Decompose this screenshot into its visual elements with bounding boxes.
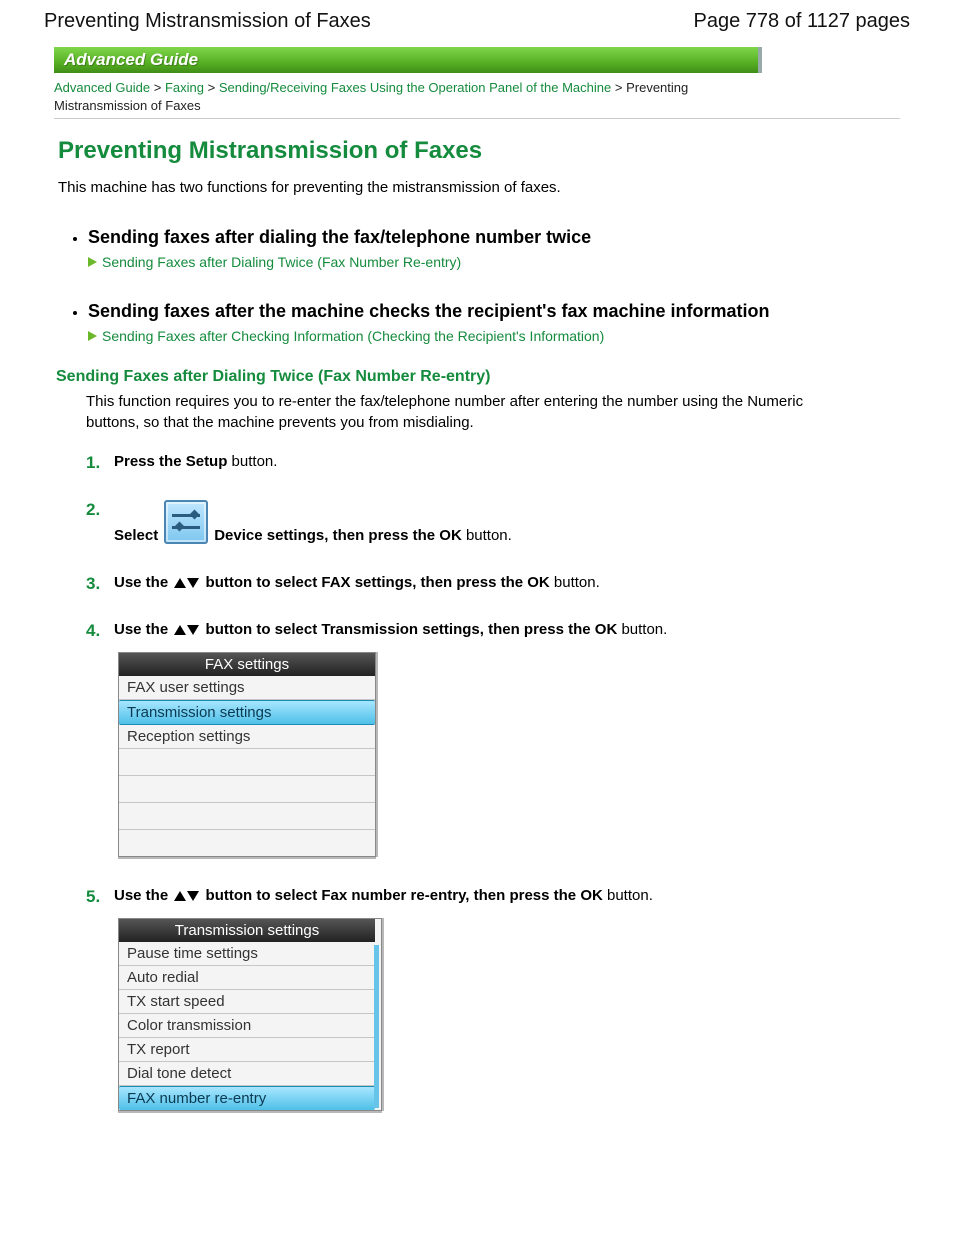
lcd-title: Transmission settings <box>119 919 375 942</box>
feature-1-link[interactable]: Sending Faxes after Dialing Twice (Fax N… <box>102 254 461 270</box>
lcd-row: Auto redial <box>119 966 375 990</box>
arrow-right-icon <box>88 257 97 267</box>
lcd-title: FAX settings <box>119 653 375 676</box>
lcd-row: Color transmission <box>119 1014 375 1038</box>
step-5: Use the button to select Fax number re-e… <box>86 887 912 1111</box>
lcd-row-selected: Transmission settings <box>119 700 375 725</box>
doc-title: Preventing Mistransmission of Faxes <box>44 10 371 33</box>
lcd-row: Reception settings <box>119 725 375 749</box>
page-title: Preventing Mistransmission of Faxes <box>58 137 896 165</box>
lcd-row: TX start speed <box>119 990 375 1014</box>
breadcrumb-faxing[interactable]: Faxing <box>165 80 204 95</box>
steps-list: Press the Setup button. Select Device se… <box>86 453 912 1111</box>
banner-advanced-guide: Advanced Guide <box>54 47 762 73</box>
breadcrumb-advanced-guide[interactable]: Advanced Guide <box>54 80 150 95</box>
feature-2-link[interactable]: Sending Faxes after Checking Information… <box>102 328 604 344</box>
breadcrumb-sending-receiving[interactable]: Sending/Receiving Faxes Using the Operat… <box>219 80 611 95</box>
page-indicator: Page 778 of 1127 pages <box>694 10 910 33</box>
device-settings-icon <box>164 500 208 544</box>
step-1: Press the Setup button. <box>86 453 912 470</box>
step-3: Use the button to select FAX settings, t… <box>86 574 912 591</box>
arrow-right-icon <box>88 331 97 341</box>
lcd-row: TX report <box>119 1038 375 1062</box>
lcd-row-empty <box>119 803 375 830</box>
up-down-icon <box>174 891 199 901</box>
divider <box>54 118 900 119</box>
feature-1-title: Sending faxes after dialing the fax/tele… <box>88 220 894 254</box>
up-down-icon <box>174 625 199 635</box>
breadcrumb: Advanced Guide > Faxing > Sending/Receiv… <box>54 79 694 114</box>
lcd-row-selected: FAX number re-entry <box>119 1086 375 1110</box>
lcd-row: FAX user settings <box>119 676 375 700</box>
lcd-fax-settings: FAX settings FAX user settings Transmiss… <box>118 652 376 857</box>
lcd-row: Dial tone detect <box>119 1062 375 1086</box>
feature-2-title: Sending faxes after the machine checks t… <box>88 294 894 328</box>
lcd-row: Pause time settings <box>119 942 375 966</box>
lcd-transmission-settings: Transmission settings Pause time setting… <box>118 918 382 1111</box>
intro-text: This machine has two functions for preve… <box>58 179 896 196</box>
step-4: Use the button to select Transmission se… <box>86 621 912 857</box>
lcd-row-empty <box>119 749 375 776</box>
section-description: This function requires you to re-enter t… <box>86 392 842 433</box>
lcd-row-empty <box>119 830 375 856</box>
page-header: Preventing Mistransmission of Faxes Page… <box>42 10 912 33</box>
lcd-row-empty <box>119 776 375 803</box>
feature-list: Sending faxes after dialing the fax/tele… <box>88 220 894 344</box>
up-down-icon <box>174 578 199 588</box>
section-heading: Sending Faxes after Dialing Twice (Fax N… <box>56 368 898 386</box>
step-2: Select Device settings, then press the O… <box>86 500 912 544</box>
